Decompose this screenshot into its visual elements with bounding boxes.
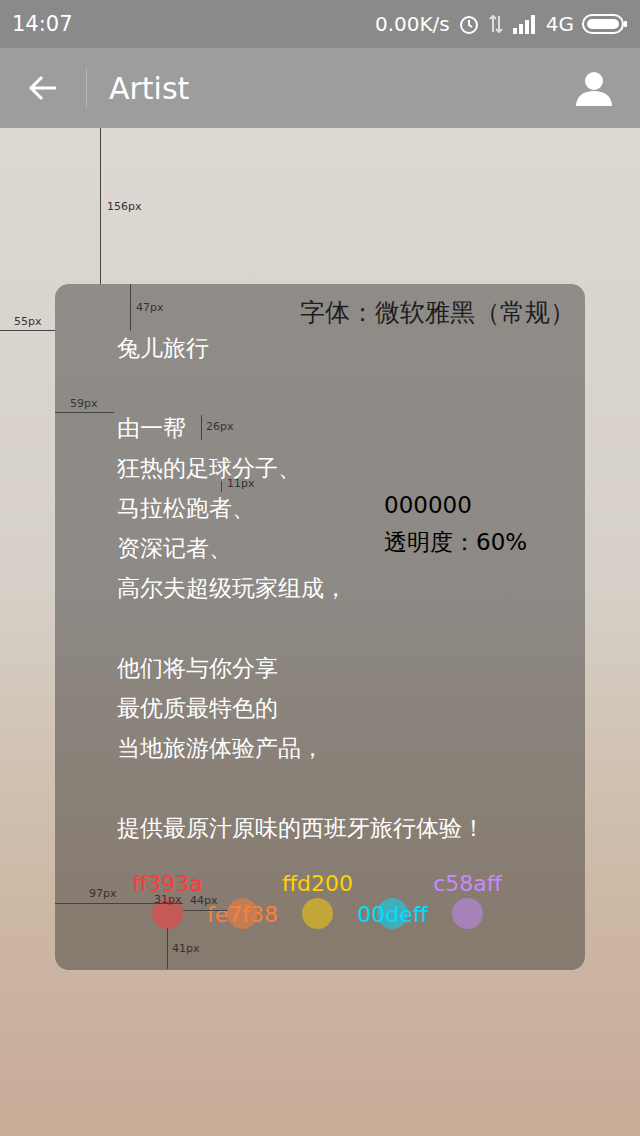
text-line: 高尔夫超级玩家组成， [117, 568, 585, 608]
measurement-label: 97px [89, 887, 117, 900]
network-speed: 0.00K/s [375, 12, 450, 36]
measurement: 41px [167, 928, 168, 969]
paragraph: 他们将与你分享最优质最特色的当地旅游体验产品， [117, 648, 585, 768]
measurement: 44px [183, 910, 227, 911]
paragraph: 由一帮狂热的足球分子、马拉松跑者、资深记者、高尔夫超级玩家组成， [117, 408, 585, 608]
status-bar: 14:07 0.00K/s 4G [0, 0, 640, 48]
data-arrows-icon [488, 13, 504, 35]
font-note: 字体：微软雅黑（常规） [300, 296, 575, 329]
measurement: 31px [152, 903, 183, 904]
app-bar: Artist [0, 48, 640, 128]
color-dot-label: ff393a [132, 871, 203, 896]
app-bar-divider [86, 68, 87, 108]
alarm-icon [458, 13, 480, 35]
text-line: 由一帮 [117, 408, 585, 448]
measurement-label: 31px [154, 893, 182, 906]
color-dot-label: 00deff [357, 902, 428, 927]
color-dot[interactable] [302, 898, 333, 929]
status-icons: 0.00K/s 4G [375, 12, 628, 36]
measurement-label: 156px [107, 200, 142, 213]
measurement-label: 11px [227, 477, 255, 490]
measurement-label: 26px [206, 420, 234, 433]
app-bar-title: Artist [109, 71, 574, 106]
measurement-line [130, 284, 131, 331]
color-dot-label: ffd200 [282, 871, 353, 896]
color-note-line: 透明度：60% [384, 524, 527, 561]
color-dots: ff393afe7f38ffd20000deffc58aff [152, 898, 585, 970]
measurement-line [55, 412, 114, 413]
measurement-line [0, 330, 55, 331]
color-note: 000000透明度：60% [384, 487, 527, 561]
measurement-line [221, 481, 222, 492]
info-card: 字体：微软雅黑（常规）000000透明度：60%兔儿旅行由一帮狂热的足球分子、马… [55, 284, 585, 970]
measurement-line [55, 903, 152, 904]
color-dot[interactable] [452, 898, 483, 929]
measurement-line [100, 128, 101, 284]
measurement: 97px [55, 903, 152, 904]
signal-icon [512, 14, 538, 34]
user-icon[interactable] [574, 68, 614, 108]
color-dot-label: c58aff [433, 871, 502, 896]
measurement-label: 41px [172, 942, 200, 955]
color-dot-item[interactable]: c58aff [452, 898, 483, 929]
measurement-line [167, 928, 168, 969]
paragraph: 兔儿旅行 [117, 328, 585, 368]
measurement-line [183, 910, 227, 911]
text-line: 他们将与你分享 [117, 648, 585, 688]
text-line: 提供最原汁原味的西班牙旅行体验！ [117, 808, 585, 848]
paragraph: 提供最原汁原味的西班牙旅行体验！ [117, 808, 585, 848]
measurement-label: 59px [70, 397, 98, 410]
battery-icon [582, 13, 628, 35]
color-dot-label: fe7f38 [207, 902, 278, 927]
color-dot-item[interactable]: 00deff [377, 898, 408, 929]
measurement: 47px [130, 284, 131, 331]
status-time: 14:07 [12, 12, 73, 36]
measurement-label: 47px [136, 301, 164, 314]
color-dot-item[interactable]: fe7f38 [227, 898, 258, 929]
measurement-line [201, 415, 202, 440]
network-type: 4G [546, 12, 574, 36]
measurement: 55px [0, 330, 55, 331]
text-line: 狂热的足球分子、 [117, 448, 585, 488]
text-line: 马拉松跑者、 [117, 488, 585, 528]
measurement: 156px [100, 128, 101, 284]
color-note-line: 000000 [384, 487, 527, 524]
measurement: 59px [55, 412, 114, 413]
measurement-label: 55px [14, 315, 42, 328]
measurement: 26px [201, 415, 202, 440]
back-arrow-icon[interactable] [26, 71, 60, 105]
screen: 14:07 0.00K/s 4G Artist 字体：微软雅黑（常规） 000000透明度… [0, 0, 640, 1136]
color-dot-item[interactable]: ffd200 [302, 898, 333, 929]
text-line: 最优质最特色的 [117, 688, 585, 728]
measurement: 11px [221, 481, 222, 492]
text-line: 当地旅游体验产品， [117, 728, 585, 768]
text-line: 兔儿旅行 [117, 328, 585, 368]
card-text: 兔儿旅行由一帮狂热的足球分子、马拉松跑者、资深记者、高尔夫超级玩家组成， 他们将与… [117, 328, 585, 848]
measurement-label: 44px [190, 894, 218, 907]
photo-background: 字体：微软雅黑（常规）000000透明度：60%兔儿旅行由一帮狂热的足球分子、马… [0, 128, 640, 1136]
